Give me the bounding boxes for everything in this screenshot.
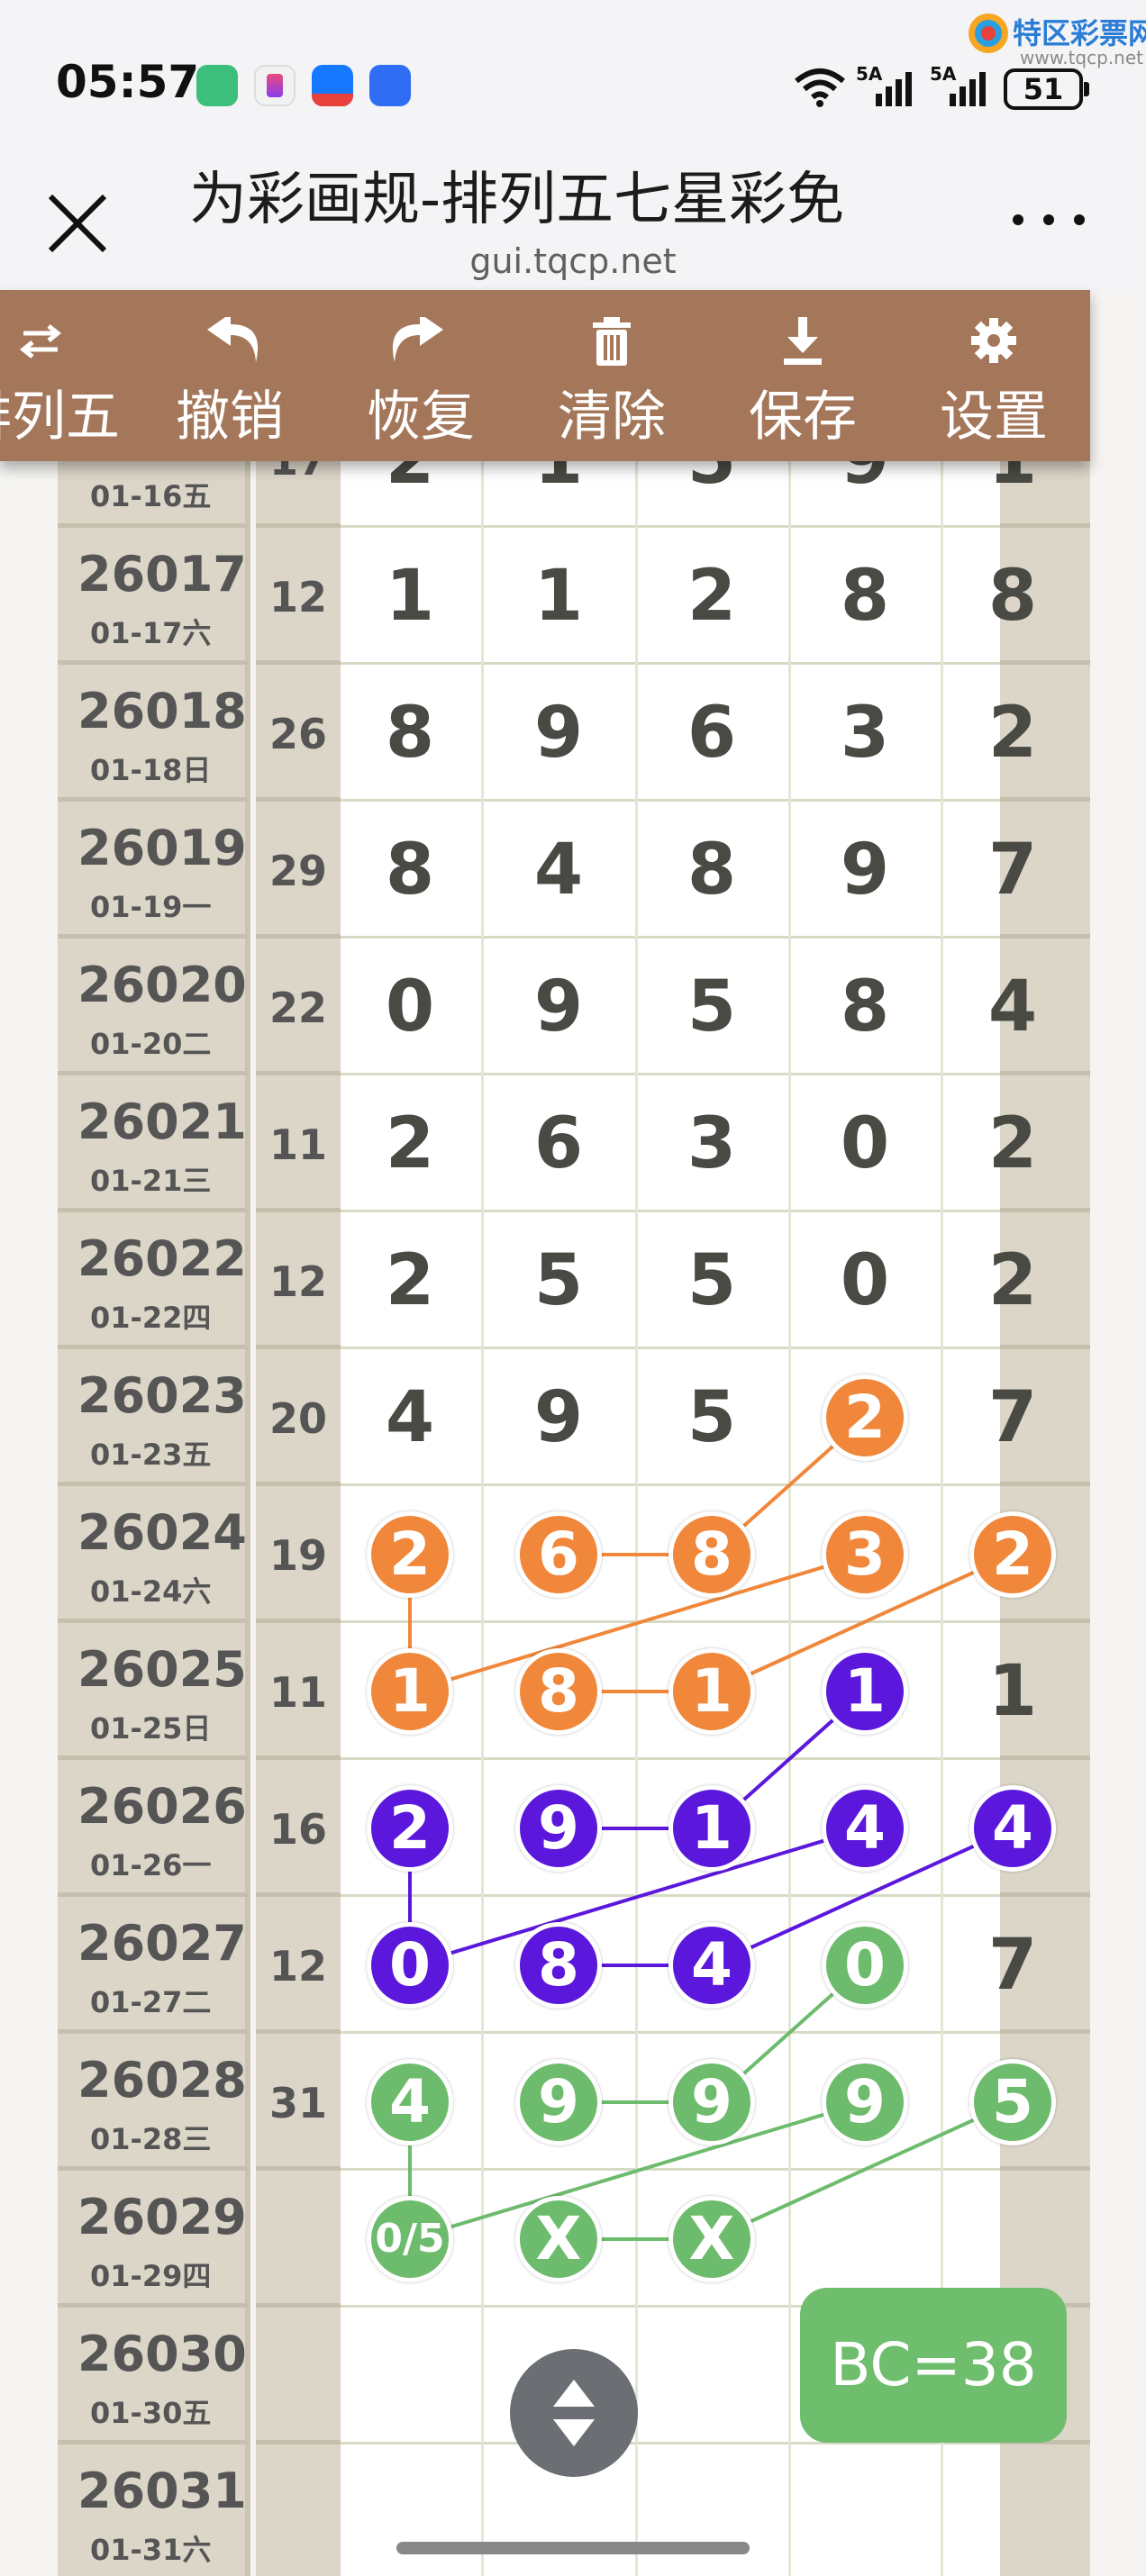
network-type-label: 5A <box>930 63 957 85</box>
number-ball-purple[interactable]: 4 <box>969 1785 1056 1872</box>
number-ball-purple[interactable]: 1 <box>668 1785 755 1872</box>
gear-icon <box>971 318 1016 363</box>
save-button[interactable]: 保存 <box>717 290 888 461</box>
more-menu-icon[interactable] <box>1009 204 1090 231</box>
page-url: gui.tqcp.net <box>469 241 677 281</box>
number-ball-green[interactable]: 0 <box>822 1922 908 2009</box>
connector-line-orange <box>409 1553 866 1693</box>
watermark-url: www.tqcp.net <box>1020 47 1144 68</box>
number-ball-orange[interactable]: 8 <box>515 1648 602 1735</box>
number-ball-green[interactable]: 9 <box>515 2059 602 2145</box>
toolbar: 排列五 撤销 恢复 清除 保存 <box>0 290 1090 461</box>
number-ball-orange[interactable]: 1 <box>668 1648 755 1735</box>
audio-app-icon <box>369 65 411 106</box>
download-icon <box>784 317 822 365</box>
watermark-swirl-icon <box>969 14 1008 53</box>
toolbar-mode-button[interactable]: 排列五 <box>0 290 124 461</box>
network-type-label: 5A <box>856 63 883 85</box>
clear-label: 清除 <box>558 385 666 449</box>
toolbar-mode-label: 排列五 <box>0 385 120 449</box>
clock: 05:57 <box>56 56 200 108</box>
number-ball-green[interactable]: 9 <box>822 2059 908 2145</box>
number-ball-purple[interactable]: 2 <box>367 1785 453 1872</box>
wifi-icon <box>795 68 845 107</box>
battery-indicator: 51 <box>1004 68 1089 110</box>
redo-icon <box>392 317 443 362</box>
number-ball-orange[interactable]: 3 <box>822 1511 908 1598</box>
number-ball-green[interactable]: 9 <box>668 2059 755 2145</box>
redo-button[interactable]: 恢复 <box>335 290 506 461</box>
number-ball-orange[interactable]: 6 <box>515 1511 602 1598</box>
number-ball-green[interactable]: X <box>668 2196 755 2282</box>
settings-button[interactable]: 设置 <box>908 290 1079 461</box>
scroll-toggle-button[interactable] <box>510 2349 638 2477</box>
swap-icon <box>19 324 62 358</box>
number-ball-purple[interactable]: 1 <box>822 1648 908 1735</box>
number-ball-orange[interactable]: 8 <box>668 1511 755 1598</box>
trash-icon <box>593 317 631 366</box>
number-ball-orange[interactable]: 2 <box>822 1374 908 1461</box>
connector-line-green <box>409 2100 866 2241</box>
settings-label: 设置 <box>940 385 1048 449</box>
signal-icon: 5A <box>930 63 993 110</box>
watermark-logo: 特区彩票网 www.tqcp.net <box>966 11 1146 68</box>
number-ball-purple[interactable]: 4 <box>668 1922 755 2009</box>
alipay-icon <box>312 65 353 106</box>
number-ball-purple[interactable]: 0 <box>367 1922 453 2009</box>
number-ball-orange[interactable]: 2 <box>969 1511 1056 1598</box>
clear-button[interactable]: 清除 <box>526 290 697 461</box>
bc-badge[interactable]: BC=38 <box>800 2288 1067 2443</box>
number-ball-orange[interactable]: 2 <box>367 1511 453 1598</box>
number-ball-green[interactable]: 0/5 <box>367 2196 453 2282</box>
redo-label: 恢复 <box>367 385 475 449</box>
number-ball-green[interactable]: X <box>515 2196 602 2282</box>
number-ball-orange[interactable]: 1 <box>367 1648 453 1735</box>
lottery-chart-grid[interactable]: 01-16五17215912601701-17六12112882601801-1… <box>58 423 1090 2576</box>
signal-icon: 5A <box>856 63 919 110</box>
page-title: 为彩画规-排列五七星彩免 <box>189 167 845 233</box>
app-notification-icon <box>254 65 296 106</box>
number-ball-purple[interactable]: 9 <box>515 1785 602 1872</box>
app-notification-icon <box>196 65 238 106</box>
undo-label: 撤销 <box>176 385 284 449</box>
number-ball-purple[interactable]: 4 <box>822 1785 908 1872</box>
number-ball-green[interactable]: 5 <box>969 2059 1056 2145</box>
undo-icon <box>207 317 259 362</box>
number-ball-green[interactable]: 4 <box>367 2059 453 2145</box>
undo-button[interactable]: 撤销 <box>144 290 315 461</box>
connector-line-purple <box>409 1827 866 1967</box>
up-down-arrows-icon <box>553 2380 595 2446</box>
save-label: 保存 <box>749 385 857 449</box>
number-ball-purple[interactable]: 8 <box>515 1922 602 2009</box>
home-indicator[interactable] <box>396 2542 750 2554</box>
